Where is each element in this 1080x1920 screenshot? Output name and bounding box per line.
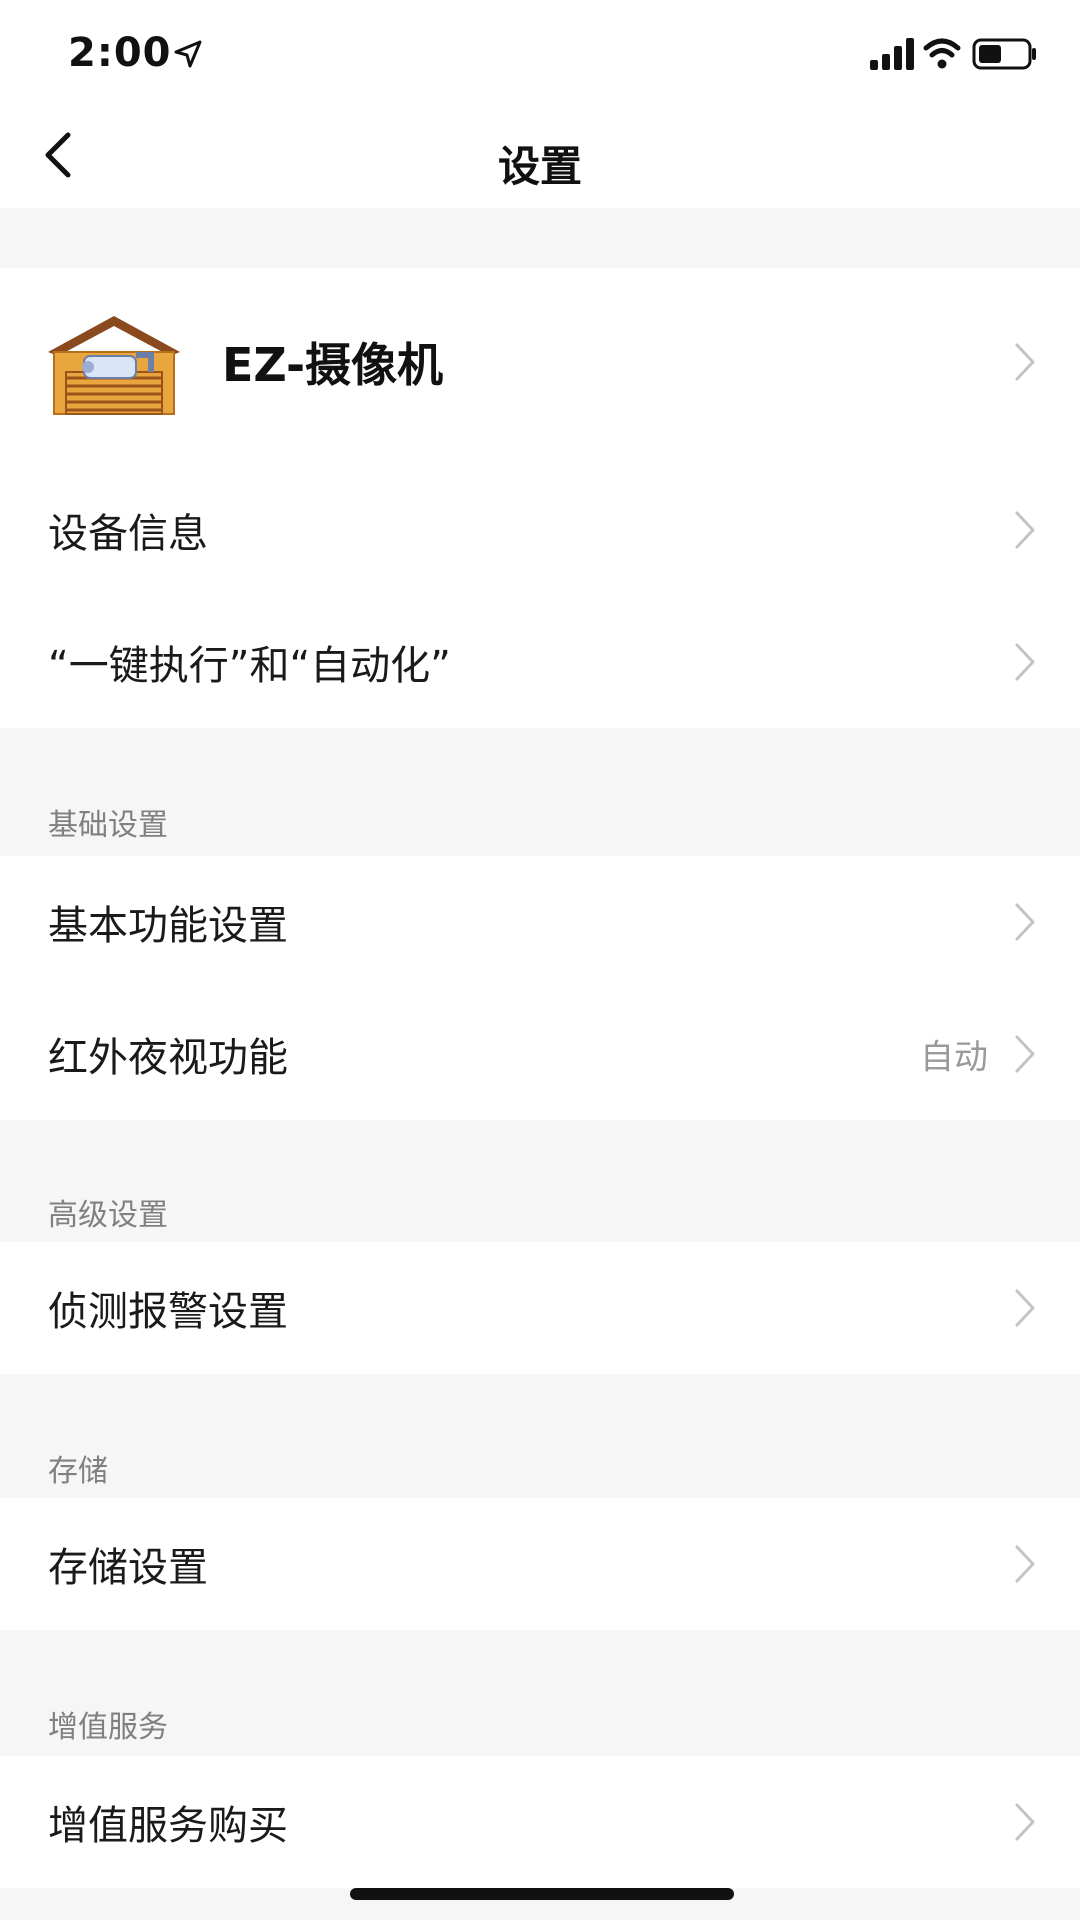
chevron-right-icon	[1015, 1289, 1035, 1327]
chevron-right-icon	[1015, 1545, 1035, 1583]
basic-function-settings-label: 基本功能设置	[48, 903, 288, 949]
scenes-automation-row[interactable]: “一键执行”和“自动化”	[0, 596, 1080, 728]
device-info-row[interactable]: 设备信息	[0, 464, 1080, 596]
storage-settings-label: 存储设置	[48, 1545, 208, 1591]
chevron-right-icon	[1015, 1803, 1035, 1841]
chevron-right-icon	[1015, 643, 1035, 681]
wifi-icon	[923, 38, 961, 69]
device-row[interactable]: EZ-摄像机	[0, 292, 1080, 432]
value-added-purchase-label: 增值服务购买	[48, 1803, 288, 1849]
page-title: 设置	[497, 142, 582, 191]
chevron-right-icon	[1015, 511, 1035, 549]
section-title-advanced: 高级设置	[48, 1198, 168, 1233]
camera-garage-icon	[48, 316, 180, 415]
location-arrow-icon	[174, 40, 202, 68]
scenes-automation-label: “一键执行”和“自动化”	[48, 643, 451, 689]
detection-alarm-settings-row[interactable]: 侦测报警设置	[0, 1242, 1080, 1374]
section-title-value-added: 增值服务	[48, 1710, 168, 1745]
status-icons	[870, 38, 1036, 70]
chevron-right-icon	[1015, 1035, 1035, 1073]
battery-icon	[972, 38, 1036, 70]
detection-alarm-settings-label: 侦测报警设置	[48, 1289, 288, 1335]
value-added-purchase-row[interactable]: 增值服务购买	[0, 1756, 1080, 1888]
basic-function-settings-row[interactable]: 基本功能设置	[0, 856, 1080, 988]
cellular-signal-icon	[870, 38, 914, 70]
chevron-right-icon	[1015, 903, 1035, 941]
infrared-night-vision-label: 红外夜视功能	[48, 1035, 288, 1081]
status-time: 2:00	[68, 30, 172, 76]
section-title-basic: 基础设置	[48, 808, 168, 843]
device-info-label: 设备信息	[48, 511, 208, 557]
device-name: EZ-摄像机	[222, 338, 444, 392]
infrared-night-vision-row[interactable]: 红外夜视功能 自动	[0, 988, 1080, 1120]
status-bar: 2:00	[0, 0, 1080, 105]
navigation-bar: 设置	[0, 105, 1080, 208]
infrared-night-vision-value: 自动	[920, 1037, 988, 1078]
section-title-storage: 存储	[48, 1454, 108, 1489]
storage-settings-row[interactable]: 存储设置	[0, 1498, 1080, 1630]
home-indicator[interactable]	[350, 1888, 734, 1900]
chevron-right-icon	[1015, 343, 1035, 381]
